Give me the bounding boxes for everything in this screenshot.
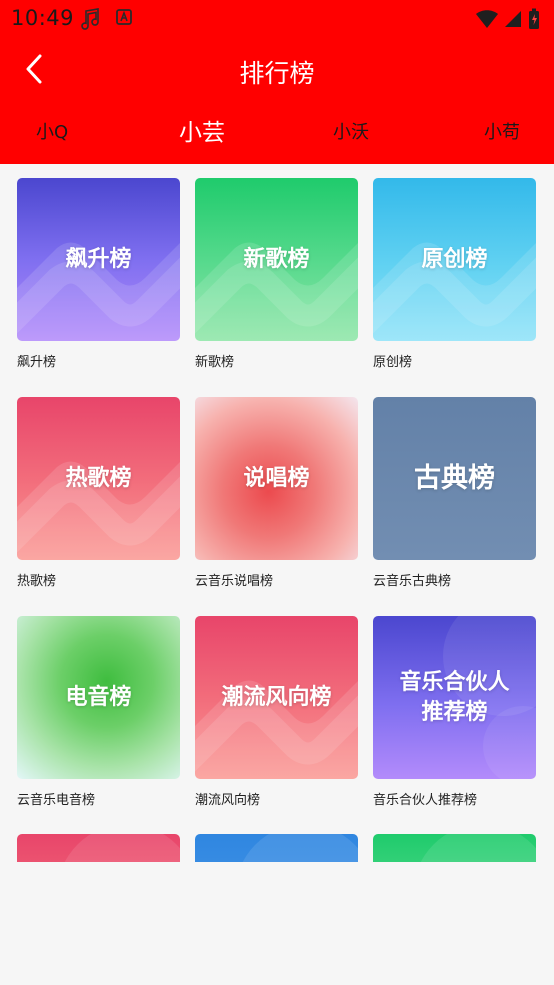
chart-card-original[interactable]: 原创榜 原创榜 bbox=[373, 178, 536, 370]
chart-caption: 新歌榜 bbox=[195, 355, 235, 370]
chart-cover bbox=[195, 834, 358, 862]
status-time: 10:49 bbox=[11, 6, 75, 30]
tab-xiao-wo[interactable]: 小沃 bbox=[333, 108, 369, 158]
chart-card-partial[interactable] bbox=[17, 834, 180, 862]
chart-cover-title: 古典榜 bbox=[414, 462, 495, 494]
chart-caption: 原创榜 bbox=[373, 355, 413, 370]
battery-icon bbox=[528, 8, 540, 34]
chart-caption: 热歌榜 bbox=[17, 574, 57, 589]
tab-xiao-q[interactable]: 小Q bbox=[36, 108, 68, 158]
signal-icon bbox=[504, 10, 522, 32]
chart-card-hot-songs[interactable]: 热歌榜 热歌榜 bbox=[17, 397, 180, 589]
chart-caption: 潮流风向榜 bbox=[195, 793, 261, 808]
page-title: 排行榜 bbox=[239, 59, 315, 88]
tab-xiao-yun[interactable]: 小芸 bbox=[179, 108, 225, 158]
chart-cover: 潮流风向榜 bbox=[195, 616, 358, 779]
chart-cover-title: 热歌榜 bbox=[65, 465, 132, 491]
chart-cover-title: 说唱榜 bbox=[243, 465, 310, 491]
chart-cover: 古典榜 bbox=[373, 397, 536, 560]
chart-cover-title: 潮流风向榜 bbox=[221, 684, 332, 710]
chart-caption: 音乐合伙人推荐榜 bbox=[373, 793, 478, 808]
tab-xiao-gou[interactable]: 小苟 bbox=[484, 108, 520, 158]
chart-cover: 原创榜 bbox=[373, 178, 536, 341]
chart-cover: 音乐合伙人 推荐榜 bbox=[373, 616, 536, 779]
chart-card-partial[interactable] bbox=[195, 834, 358, 862]
chart-cover-title: 新歌榜 bbox=[243, 246, 310, 272]
status-bar: 10:49 bbox=[0, 0, 554, 38]
chart-cover-title: 音乐合伙人 推荐榜 bbox=[399, 669, 510, 725]
chart-card-electronic[interactable]: 电音榜 云音乐电音榜 bbox=[17, 616, 180, 808]
chart-card-rap[interactable]: 说唱榜 云音乐说唱榜 bbox=[195, 397, 358, 589]
chart-cover: 电音榜 bbox=[17, 616, 180, 779]
chart-card-partner[interactable]: 音乐合伙人 推荐榜 音乐合伙人推荐榜 bbox=[373, 616, 536, 808]
chart-cover bbox=[373, 834, 536, 862]
chart-caption: 云音乐电音榜 bbox=[17, 793, 96, 808]
chart-cover: 说唱榜 bbox=[195, 397, 358, 560]
chart-caption: 飙升榜 bbox=[17, 355, 57, 370]
music-note-icon bbox=[80, 7, 104, 35]
chart-caption: 云音乐古典榜 bbox=[373, 574, 452, 589]
chart-card-trend[interactable]: 潮流风向榜 潮流风向榜 bbox=[195, 616, 358, 808]
chart-cover bbox=[17, 834, 180, 862]
chart-card-new-songs[interactable]: 新歌榜 新歌榜 bbox=[195, 178, 358, 370]
chart-card-classical[interactable]: 古典榜 云音乐古典榜 bbox=[373, 397, 536, 589]
chart-cover: 新歌榜 bbox=[195, 178, 358, 341]
tab-bar: 小Q 小芸 小沃 小苟 bbox=[0, 108, 554, 158]
chart-cover-title: 原创榜 bbox=[421, 246, 488, 272]
chart-caption: 云音乐说唱榜 bbox=[195, 574, 274, 589]
app-notification-icon bbox=[114, 7, 134, 35]
top-app-bar: 排行榜 bbox=[0, 40, 554, 102]
chart-cover: 飙升榜 bbox=[17, 178, 180, 341]
wifi-icon bbox=[476, 9, 498, 33]
chart-card-soaring[interactable]: 飙升榜 飙升榜 bbox=[17, 178, 180, 370]
chart-cover-title: 电音榜 bbox=[65, 684, 132, 710]
chart-grid: 飙升榜 飙升榜 新歌榜 新歌榜 原创榜 原创榜 热歌榜 热歌榜 说唱榜 云音乐说… bbox=[0, 164, 554, 862]
chart-card-partial[interactable] bbox=[373, 834, 536, 862]
app-header: 10:49 排行榜 小Q 小芸 小沃 小苟 bbox=[0, 0, 554, 164]
chart-cover-title: 飙升榜 bbox=[65, 246, 132, 272]
chart-cover: 热歌榜 bbox=[17, 397, 180, 560]
